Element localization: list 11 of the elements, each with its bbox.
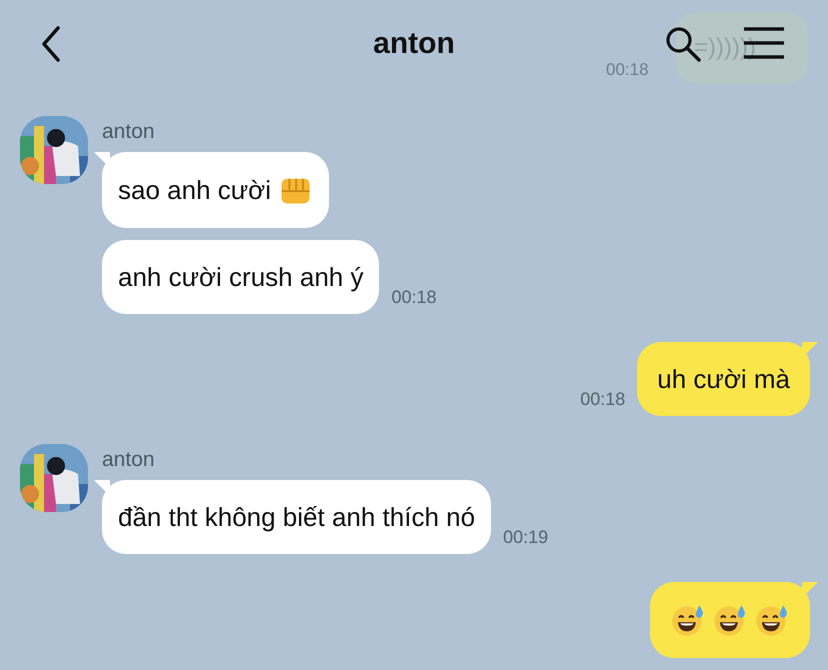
sender-name: anton [102,448,156,472]
message-bubble: anh cười crush anh ý [102,240,380,314]
message-time: 00:19 [503,527,548,548]
message-bubble: sao anh cười [102,152,329,228]
chat-title: anton [373,27,455,61]
message-time: 00:18 [391,287,437,308]
message-time: 00:18 [580,389,626,410]
message-time: 00:18 [606,60,649,80]
message-bubble: đần tht không biết anh thích nó [102,480,492,554]
message-bubble: uh cười mà [637,342,810,416]
sender-name: anton [102,120,156,144]
